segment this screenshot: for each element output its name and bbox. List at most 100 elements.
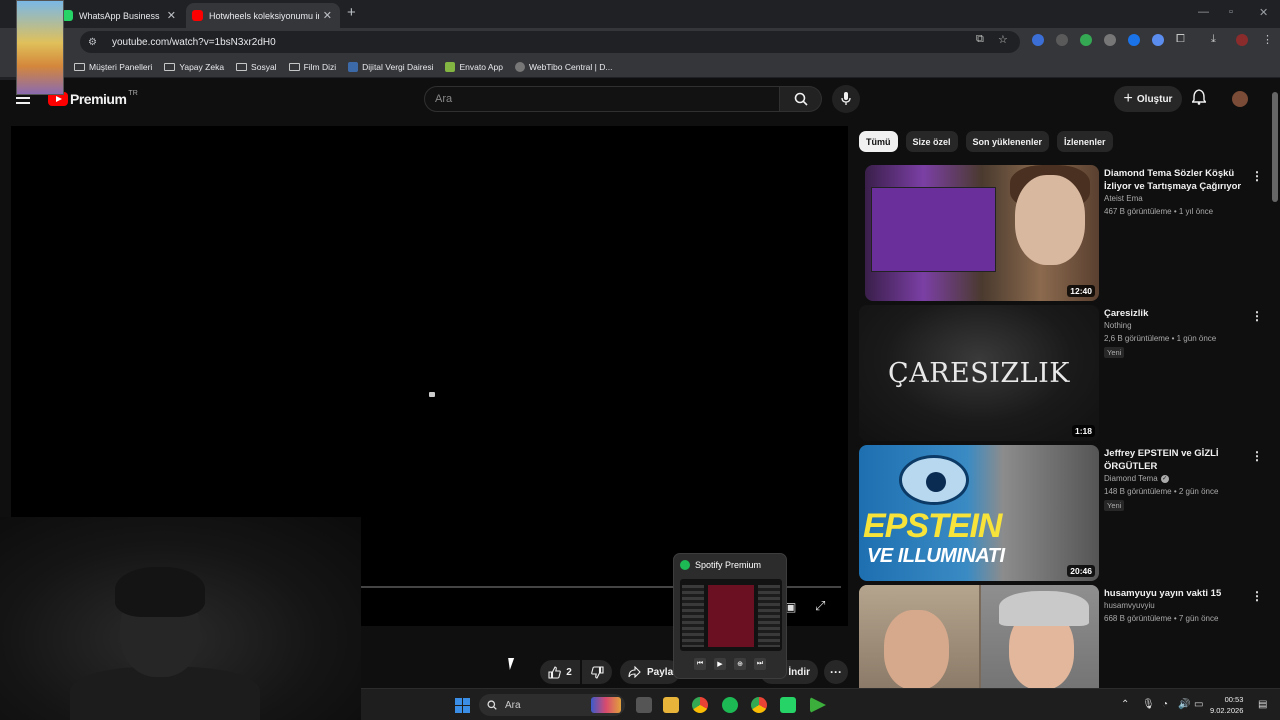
tab-whatsapp[interactable]: WhatsApp Business ✕: [56, 3, 184, 28]
previous-track-icon[interactable]: ⏮: [694, 658, 706, 670]
like-count: 2: [566, 666, 572, 678]
menu-kebab-icon[interactable]: ⋮: [1262, 33, 1273, 46]
play-icon[interactable]: ▶: [714, 658, 726, 670]
bookmark-folder[interactable]: Film Dizi: [288, 62, 336, 72]
restore-icon[interactable]: ▫: [1229, 6, 1233, 18]
extension-icon[interactable]: [1056, 34, 1068, 46]
extension-icon[interactable]: [1152, 34, 1164, 46]
battery-icon[interactable]: ▭: [1194, 699, 1203, 710]
floating-video-thumbnail[interactable]: [16, 0, 64, 95]
dislike-button[interactable]: [582, 660, 612, 684]
channel-name[interactable]: Ateist Ema: [1104, 194, 1143, 203]
page-scrollbar[interactable]: [1270, 80, 1280, 688]
file-explorer-icon[interactable]: [663, 697, 679, 713]
preview-window-thumbnail[interactable]: [680, 579, 782, 651]
close-tab-icon[interactable]: ✕: [167, 9, 176, 22]
new-badge: Yeni: [1104, 500, 1125, 511]
extension-icon[interactable]: [1128, 34, 1140, 46]
chip-all[interactable]: Tümü: [859, 131, 898, 152]
create-button[interactable]: + Oluştur: [1114, 86, 1182, 112]
extension-icon[interactable]: [1032, 34, 1044, 46]
more-options-icon[interactable]: ⋮: [1251, 309, 1263, 323]
volume-icon[interactable]: 🔊: [1178, 699, 1190, 710]
chrome-icon[interactable]: [692, 697, 708, 713]
bookmark-link[interactable]: WebTibo Central | D...: [514, 61, 612, 72]
more-actions-button[interactable]: ···: [824, 660, 848, 684]
fullscreen-icon[interactable]: ⤢: [815, 598, 825, 614]
add-icon[interactable]: ⊕: [734, 658, 746, 670]
extension-icon[interactable]: [1080, 34, 1092, 46]
extension-icon[interactable]: [1104, 34, 1116, 46]
video-thumbnail[interactable]: EPSTEIN VE ILLUMINATI 20:46: [859, 445, 1099, 581]
bookmarks-bar: Müşteri Panelleri Yapay Zeka Sosyal Film…: [0, 56, 1280, 78]
notifications-bell-icon[interactable]: [1191, 89, 1207, 110]
tab-youtube-active[interactable]: Hotwheels koleksiyonumu incel ✕: [186, 3, 340, 28]
taskbar-search[interactable]: Ara: [479, 694, 625, 716]
new-tab-button[interactable]: +: [347, 4, 356, 21]
envato-icon: [445, 61, 456, 72]
bookmark-star-icon[interactable]: ☆: [998, 33, 1008, 46]
site-info-icon[interactable]: ⚙: [88, 37, 100, 48]
taskbar-search-placeholder: Ara: [505, 699, 521, 711]
video-thumbnail[interactable]: [859, 585, 1099, 688]
chrome-icon[interactable]: [751, 697, 767, 713]
voice-search-button[interactable]: [832, 85, 860, 113]
video-title[interactable]: husamyuyu yayın vakti 15: [1104, 587, 1249, 600]
url-field[interactable]: ⚙ youtube.com/watch?v=1bsN3xr2dH0: [80, 31, 1020, 53]
recommendation-item[interactable]: EPSTEIN VE ILLUMINATI 20:46 Jeffrey EPST…: [859, 445, 1264, 581]
download-icon[interactable]: ⤓: [1211, 33, 1216, 46]
video-title[interactable]: Jeffrey EPSTEIN ve GİZLİ ÖRGÜTLER: [1104, 447, 1249, 473]
system-clock[interactable]: 00:53 9.02.2026: [1210, 694, 1243, 716]
bookmark-folder[interactable]: Müşteri Panelleri: [74, 62, 152, 72]
microphone-icon[interactable]: 🎙: [1142, 699, 1155, 710]
search-button[interactable]: [780, 86, 822, 112]
video-meta: 668 B görüntüleme • 7 gün önce: [1104, 614, 1219, 623]
more-options-icon[interactable]: ⋮: [1251, 169, 1263, 183]
profile-avatar[interactable]: [1236, 34, 1248, 46]
windows-start-icon[interactable]: [455, 698, 470, 713]
bookmark-link[interactable]: Dijital Vergi Dairesi: [348, 61, 433, 72]
notifications-icon[interactable]: ▤: [1258, 699, 1267, 710]
video-thumbnail[interactable]: 12:40: [865, 165, 1099, 301]
recommendation-item[interactable]: 12:40 Diamond Tema Sözler Köşkü İzliyor …: [859, 165, 1264, 301]
minimize-icon[interactable]: —: [1198, 6, 1209, 18]
more-options-icon[interactable]: ⋮: [1251, 449, 1263, 463]
tray-overflow-icon[interactable]: ⌃: [1121, 699, 1129, 710]
wifi-icon[interactable]: ◔: [1162, 699, 1168, 710]
channel-name[interactable]: husamvyuvyiu: [1104, 601, 1155, 610]
recommendation-item[interactable]: husamyuyu yayın vakti 15 husamvyuvyiu 66…: [859, 585, 1264, 688]
folder-icon: [288, 62, 300, 71]
bookmark-link[interactable]: Envato App: [445, 61, 503, 72]
whatsapp-icon[interactable]: [780, 697, 796, 713]
video-title[interactable]: Çaresizlik: [1104, 307, 1249, 320]
video-title[interactable]: Diamond Tema Sözler Köşkü İzliyor ve Tar…: [1104, 167, 1249, 193]
scrollbar-thumb[interactable]: [1272, 92, 1278, 202]
webcam-person-hair: [115, 567, 205, 617]
channel-name[interactable]: Nothing: [1104, 321, 1132, 330]
extensions-puzzle-icon[interactable]: ⧠: [1176, 33, 1185, 46]
like-button[interactable]: 2: [540, 660, 580, 684]
chip-for-you[interactable]: Size özel: [905, 131, 958, 152]
chip-watched[interactable]: İzlenenler: [1057, 131, 1113, 152]
close-tab-icon[interactable]: ✕: [323, 9, 332, 22]
channel-name[interactable]: Diamond Tema ✓: [1104, 474, 1169, 483]
task-view-icon[interactable]: [636, 697, 652, 713]
more-options-icon[interactable]: ⋮: [1251, 589, 1263, 603]
install-icon[interactable]: ⧉: [976, 33, 984, 46]
bookmark-folder[interactable]: Sosyal: [236, 62, 277, 72]
bookmark-folder[interactable]: Yapay Zeka: [164, 62, 224, 72]
close-window-icon[interactable]: ✕: [1259, 6, 1268, 19]
recommendation-item[interactable]: ÇARESIZLIK 1:18 Çaresizlik Nothing 2,6 B…: [859, 305, 1264, 441]
account-avatar[interactable]: [1232, 91, 1248, 107]
spotify-icon[interactable]: [722, 697, 738, 713]
chip-recent[interactable]: Son yüklenenler: [965, 131, 1050, 152]
next-track-icon[interactable]: ⏭: [754, 658, 766, 670]
app-icon[interactable]: [810, 697, 826, 713]
search-input[interactable]: Ara: [424, 86, 780, 112]
share-button[interactable]: Paylaş: [620, 660, 680, 684]
microphone-icon: [841, 92, 851, 105]
video-thumbnail[interactable]: ÇARESIZLIK 1:18: [859, 305, 1099, 441]
thumbnail-cap: [999, 591, 1089, 626]
spotify-taskbar-preview[interactable]: Spotify Premium ⏮ ▶ ⊕ ⏭: [673, 553, 787, 679]
media-controls: ⏮ ▶ ⊕ ⏭: [694, 658, 766, 670]
